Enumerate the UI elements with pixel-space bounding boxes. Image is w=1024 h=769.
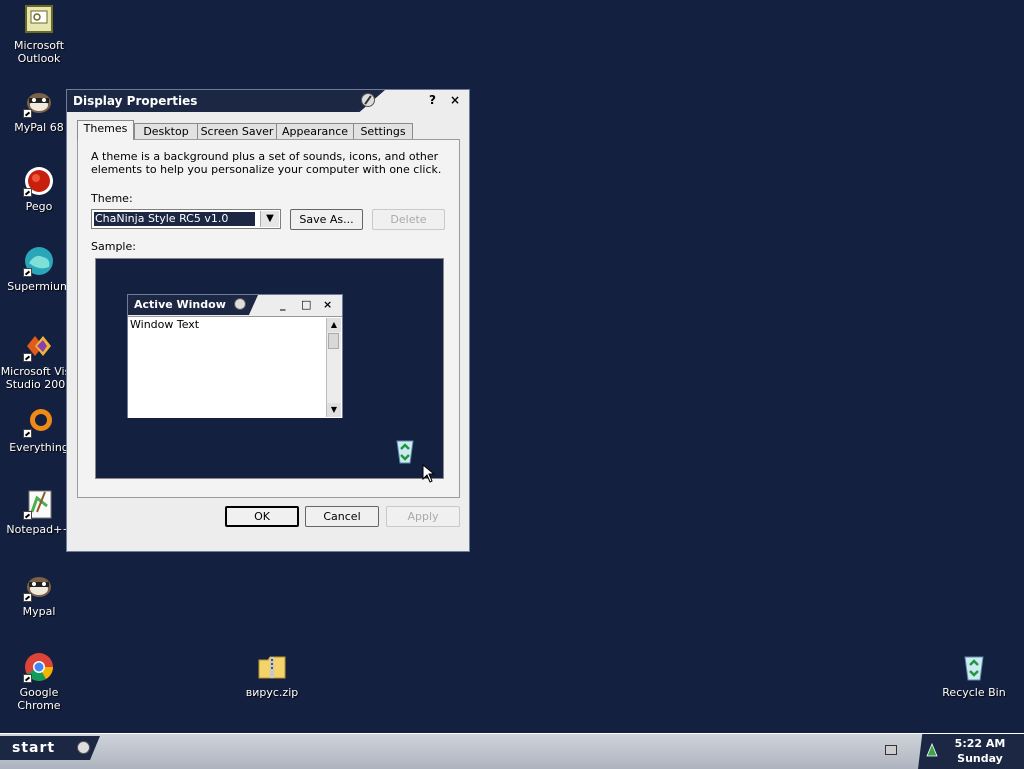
- apply-button[interactable]: Apply: [386, 506, 460, 527]
- tab-screen-saver[interactable]: Screen Saver: [197, 123, 277, 139]
- desktop-icon-recycle-bin[interactable]: Recycle Bin: [935, 651, 1013, 699]
- theme-sample-preview: Active Window _ □ × Window Text ▲ ▼: [95, 258, 444, 483]
- window-title: Display Properties: [73, 94, 198, 108]
- chevron-down-icon[interactable]: ▼: [260, 211, 279, 227]
- help-button[interactable]: ?: [429, 93, 436, 107]
- theme-label: Theme:: [91, 192, 133, 205]
- scroll-down-icon: ▼: [327, 403, 341, 417]
- sample-label: Sample:: [91, 240, 136, 253]
- desktop-icon-label: Mypal: [22, 605, 56, 618]
- preview-windows-logo-icon: [234, 298, 246, 310]
- clock-day: Sunday: [957, 752, 1003, 765]
- mouse-cursor-icon: [422, 463, 436, 484]
- preview-maximize-icon: □: [301, 298, 312, 311]
- chrome-icon: [23, 651, 55, 683]
- clock-time: 5:22 AM: [954, 737, 1006, 750]
- desktop-icon-label: Recycle Bin: [942, 686, 1006, 699]
- cancel-button[interactable]: Cancel: [305, 506, 379, 527]
- desktop-icon-mypal[interactable]: Mypal: [0, 570, 78, 618]
- preview-active-window: Active Window _ □ × Window Text ▲ ▼: [127, 294, 343, 418]
- themes-panel: A theme is a background plus a set of so…: [77, 139, 460, 498]
- close-button[interactable]: ×: [450, 93, 460, 107]
- theme-select[interactable]: ChaNinja Style RC5 v1.0 ▼: [91, 209, 281, 229]
- ok-button[interactable]: OK: [225, 506, 299, 527]
- save-as-button[interactable]: Save As...: [290, 209, 363, 230]
- scroll-thumb: [328, 333, 339, 349]
- network-icon[interactable]: [926, 742, 938, 757]
- theme-select-value: ChaNinja Style RC5 v1.0: [94, 212, 255, 226]
- recycle-bin-icon: [958, 651, 990, 683]
- tab-desktop[interactable]: Desktop: [134, 123, 198, 139]
- desktop-icon-zip[interactable]: вирус.zip: [233, 651, 311, 699]
- outlook-icon: [23, 4, 55, 36]
- everything-icon: [23, 406, 55, 438]
- preview-window-text: Window Text: [130, 318, 200, 331]
- preview-window-title: Active Window: [134, 298, 226, 311]
- preview-window-client: Window Text ▲ ▼: [128, 316, 342, 418]
- desktop-icon-label: Microsoft Outlook: [13, 39, 65, 65]
- start-label: start: [12, 740, 56, 756]
- start-logo-icon: [77, 741, 90, 754]
- pego-icon: [23, 165, 55, 197]
- taskbar: start 5:22 AM Sunday: [0, 733, 1024, 769]
- start-button[interactable]: start: [0, 736, 100, 760]
- scroll-up-icon: ▲: [327, 318, 341, 332]
- desktop-icon-label: вирус.zip: [245, 686, 299, 699]
- supermium-icon: [23, 245, 55, 277]
- tab-settings[interactable]: Settings: [353, 123, 413, 139]
- preview-recycle-bin-icon: [390, 436, 420, 466]
- desktop-icon-outlook[interactable]: Microsoft Outlook: [0, 4, 78, 65]
- preview-minimize-icon: _: [280, 298, 286, 311]
- windows-logo-icon: [361, 93, 375, 107]
- desktop-icon-google-chrome[interactable]: Google Chrome: [0, 651, 78, 712]
- mypal-icon: [23, 570, 55, 602]
- desktop-icon-label: Google Chrome: [17, 686, 61, 712]
- clock[interactable]: 5:22 AM Sunday: [942, 736, 1018, 766]
- preview-scrollbar: ▲ ▼: [326, 318, 341, 417]
- tab-themes[interactable]: Themes: [77, 120, 134, 140]
- delete-button[interactable]: Delete: [372, 209, 445, 230]
- preview-close-icon: ×: [323, 298, 333, 311]
- title-bar[interactable]: Display Properties ? ×: [67, 90, 469, 112]
- mypal-icon: [23, 86, 55, 118]
- zip-folder-icon: [256, 651, 288, 683]
- keyboard-icon[interactable]: [885, 745, 897, 755]
- display-properties-window: Display Properties ? × Themes Desktop Sc…: [66, 89, 470, 552]
- tab-appearance[interactable]: Appearance: [276, 123, 354, 139]
- notepad-plus-plus-icon: [23, 488, 55, 520]
- visual-studio-icon: [23, 330, 55, 362]
- theme-description: A theme is a background plus a set of so…: [91, 150, 442, 176]
